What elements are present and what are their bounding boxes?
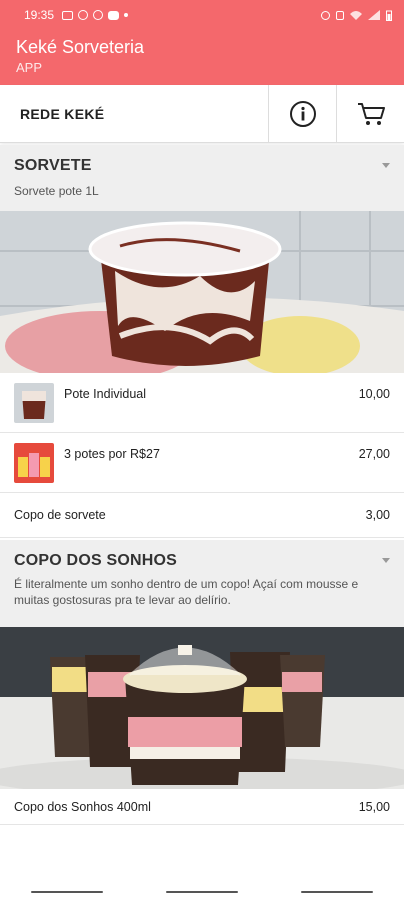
product-price: 3,00 (365, 508, 390, 522)
info-button[interactable] (268, 85, 336, 142)
nav-back-button[interactable] (300, 891, 373, 893)
cart-button[interactable] (336, 85, 404, 142)
alarm-icon (321, 10, 330, 20)
nav-recents-button[interactable] (31, 891, 104, 893)
app-bar: Keké Sorveteria APP (0, 30, 404, 85)
product-price: 10,00 (358, 387, 390, 401)
store-toolbar: REDE KEKÉ (0, 85, 404, 143)
notification-icons (62, 10, 129, 20)
chevron-down-icon[interactable] (382, 558, 390, 563)
category-photo-sorvete (0, 211, 404, 373)
status-bar: 19:35 (0, 0, 404, 30)
whatsapp-icon (93, 10, 104, 20)
product-name: 3 potes por R$27 (64, 447, 160, 461)
product-thumbnail (14, 442, 54, 483)
more-notifications-icon (124, 13, 129, 17)
messenger-icon (78, 10, 89, 20)
product-price: 27,00 (358, 447, 390, 461)
system-nav-bar (0, 884, 404, 900)
category-title: SORVETE (14, 157, 92, 174)
category-description: Sorvete pote 1L (14, 184, 99, 198)
app-subtitle: APP (16, 60, 43, 75)
product-row[interactable]: Copo dos Sonhos 400ml 15,00 (0, 789, 404, 825)
product-thumbnail (14, 382, 54, 423)
cart-icon (357, 102, 385, 125)
signal-icon (368, 10, 380, 20)
category-title: COPO DOS SONHOS (14, 552, 178, 569)
system-icons (321, 10, 392, 21)
info-icon (289, 100, 316, 127)
product-row[interactable]: Copo de sorvete 3,00 (0, 493, 404, 538)
status-time: 19:35 (24, 8, 55, 22)
battery-icon (386, 10, 392, 21)
chevron-down-icon[interactable] (382, 163, 390, 168)
category-description: É literalmente um sonho dentro de um cop… (14, 577, 359, 607)
category-header-copo-dos-sonhos[interactable]: COPO DOS SONHOS É literalmente um sonho … (0, 540, 404, 627)
nav-home-button[interactable] (165, 891, 238, 893)
youtube-icon (108, 10, 120, 20)
mute-icon (336, 10, 344, 20)
category-header-sorvete[interactable]: SORVETE Sorvete pote 1L (0, 145, 404, 211)
product-row[interactable]: Pote Individual 10,00 (0, 373, 404, 433)
wifi-icon (350, 11, 362, 20)
product-name: Pote Individual (64, 387, 147, 401)
store-name[interactable]: REDE KEKÉ (0, 85, 268, 142)
product-row[interactable]: 3 potes por R$27 27,00 (0, 433, 404, 493)
product-name: Copo de sorvete (14, 508, 106, 522)
gallery-icon (62, 10, 74, 20)
product-price: 15,00 (358, 799, 390, 814)
app-title: Keké Sorveteria (16, 37, 145, 57)
category-photo-copo-dos-sonhos (0, 627, 404, 789)
product-name: Copo dos Sonhos 400ml (14, 799, 151, 814)
